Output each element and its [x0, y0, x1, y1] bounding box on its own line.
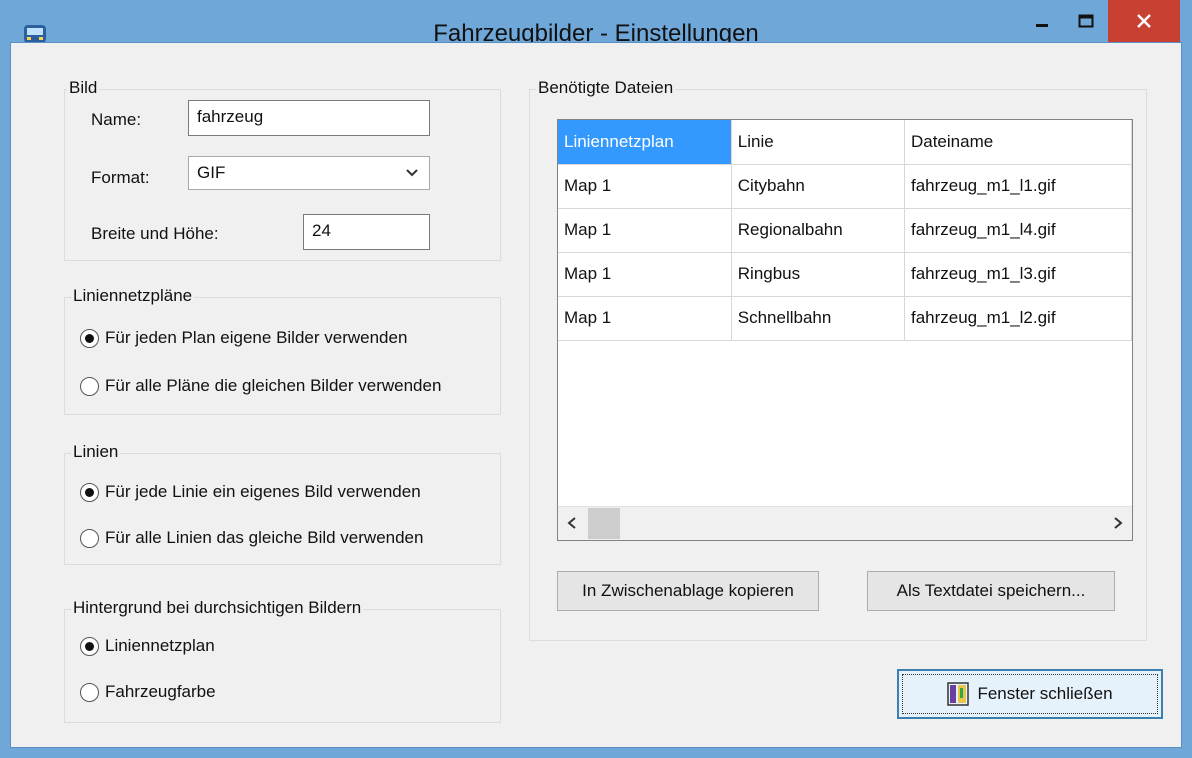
table-cell[interactable]: Regionalbahn — [731, 208, 905, 253]
table-row[interactable]: Map 1 Ringbus fahrzeug_m1_l3.gif — [558, 252, 1132, 297]
table-cell[interactable]: fahrzeug_m1_l4.gif — [904, 208, 1132, 253]
close-window-button[interactable] — [1108, 0, 1180, 42]
close-icon — [1137, 14, 1151, 28]
radio-eigenes-bild[interactable]: Für jede Linie ein eigenes Bild verwende… — [80, 482, 421, 502]
maximize-icon — [1078, 14, 1094, 28]
radio-label: Für jede Linie ein eigenes Bild verwende… — [105, 482, 421, 501]
table-cell[interactable]: Schnellbahn — [731, 296, 905, 341]
radio-label: Fahrzeugfarbe — [105, 682, 216, 701]
format-value: GIF — [197, 163, 226, 182]
radio-fahrzeugfarbe[interactable]: Fahrzeugfarbe — [80, 682, 216, 702]
radio-button[interactable] — [80, 528, 99, 548]
radio-liniennetzplan[interactable]: Liniennetzplan — [80, 636, 215, 656]
horizontal-scrollbar[interactable] — [558, 506, 1132, 540]
hintergrund-legend: Hintergrund bei durchsichtigen Bildern — [71, 598, 364, 618]
radio-label: Für alle Pläne die gleichen Bilder verwe… — [105, 376, 442, 395]
radio-label: Liniennetzplan — [105, 636, 215, 655]
dateien-legend: Benötigte Dateien — [536, 78, 676, 98]
radio-button-checked[interactable] — [80, 636, 99, 656]
table-header-row: Liniennetzplan Linie Dateiname — [558, 120, 1132, 165]
liniennetzplaene-group: Liniennetzpläne Für jeden Plan eigene Bi… — [64, 286, 501, 415]
radio-gleiches-bild[interactable]: Für alle Linien das gleiche Bild verwend… — [80, 528, 423, 548]
radio-eigene-bilder[interactable]: Für jeden Plan eigene Bilder verwenden — [80, 328, 407, 348]
save-as-textfile-button[interactable]: Als Textdatei speichern... — [867, 571, 1115, 611]
name-label: Name: — [91, 110, 142, 129]
radio-button[interactable] — [80, 682, 99, 702]
table-row[interactable]: Map 1 Regionalbahn fahrzeug_m1_l4.gif — [558, 208, 1132, 253]
radio-button-checked[interactable] — [80, 482, 99, 502]
chevron-down-icon — [406, 169, 418, 177]
scroll-right-icon[interactable] — [1112, 516, 1124, 530]
settings-window: Fahrzeugbilder - Einstellungen Bild Name… — [0, 0, 1192, 758]
column-header-liniennetzplan[interactable]: Liniennetzplan — [558, 120, 732, 165]
maximize-button[interactable] — [1064, 0, 1108, 42]
table-cell[interactable]: Citybahn — [731, 164, 905, 209]
hintergrund-group: Hintergrund bei durchsichtigen Bildern L… — [64, 598, 501, 723]
radio-label: Für jeden Plan eigene Bilder verwenden — [105, 328, 408, 347]
radio-button-checked[interactable] — [80, 328, 99, 348]
close-dialog-button[interactable]: Fenster schließen — [897, 669, 1163, 719]
linien-legend: Linien — [71, 442, 121, 462]
table-cell[interactable]: Map 1 — [558, 296, 732, 341]
column-header-dateiname[interactable]: Dateiname — [904, 120, 1132, 165]
table-cell[interactable]: Map 1 — [558, 208, 732, 253]
files-grid[interactable]: Liniennetzplan Linie Dateiname Map 1 Cit… — [557, 119, 1133, 541]
format-select[interactable]: GIF — [188, 156, 430, 190]
table-cell[interactable]: fahrzeug_m1_l2.gif — [904, 296, 1132, 341]
format-label: Format: — [91, 168, 150, 187]
minimize-button[interactable] — [1020, 0, 1064, 42]
column-header-linie[interactable]: Linie — [731, 120, 905, 165]
radio-button[interactable] — [80, 376, 99, 396]
table-cell[interactable]: Map 1 — [558, 252, 732, 297]
minimize-icon — [1036, 24, 1048, 27]
linien-group: Linien Für jede Linie ein eigenes Bild v… — [64, 442, 501, 565]
scrollbar-thumb[interactable] — [588, 508, 620, 539]
name-input[interactable]: fahrzeug — [188, 100, 430, 136]
table-cell[interactable]: fahrzeug_m1_l1.gif — [904, 164, 1132, 209]
copy-to-clipboard-button[interactable]: In Zwischenablage kopieren — [557, 571, 819, 611]
table-cell[interactable]: Map 1 — [558, 164, 732, 209]
radio-gleiche-bilder[interactable]: Für alle Pläne die gleichen Bilder verwe… — [80, 376, 441, 396]
radio-label: Für alle Linien das gleiche Bild verwend… — [105, 528, 424, 547]
table-row[interactable]: Map 1 Citybahn fahrzeug_m1_l1.gif — [558, 164, 1132, 209]
dialog-body: Bild Name: fahrzeug Format: GIF Breite u… — [10, 42, 1182, 748]
focus-rectangle — [902, 674, 1158, 714]
table-cell[interactable]: Ringbus — [731, 252, 905, 297]
table-row[interactable]: Map 1 Schnellbahn fahrzeug_m1_l2.gif — [558, 296, 1132, 341]
files-table: Liniennetzplan Linie Dateiname Map 1 Cit… — [558, 120, 1132, 341]
size-input[interactable]: 24 — [303, 214, 430, 250]
bild-legend: Bild — [67, 78, 100, 98]
bild-group: Bild Name: fahrzeug Format: GIF Breite u… — [64, 78, 501, 261]
scroll-left-icon[interactable] — [566, 516, 578, 530]
liniennetzplaene-legend: Liniennetzpläne — [71, 286, 195, 306]
size-label: Breite und Höhe: — [91, 224, 219, 243]
table-cell[interactable]: fahrzeug_m1_l3.gif — [904, 252, 1132, 297]
